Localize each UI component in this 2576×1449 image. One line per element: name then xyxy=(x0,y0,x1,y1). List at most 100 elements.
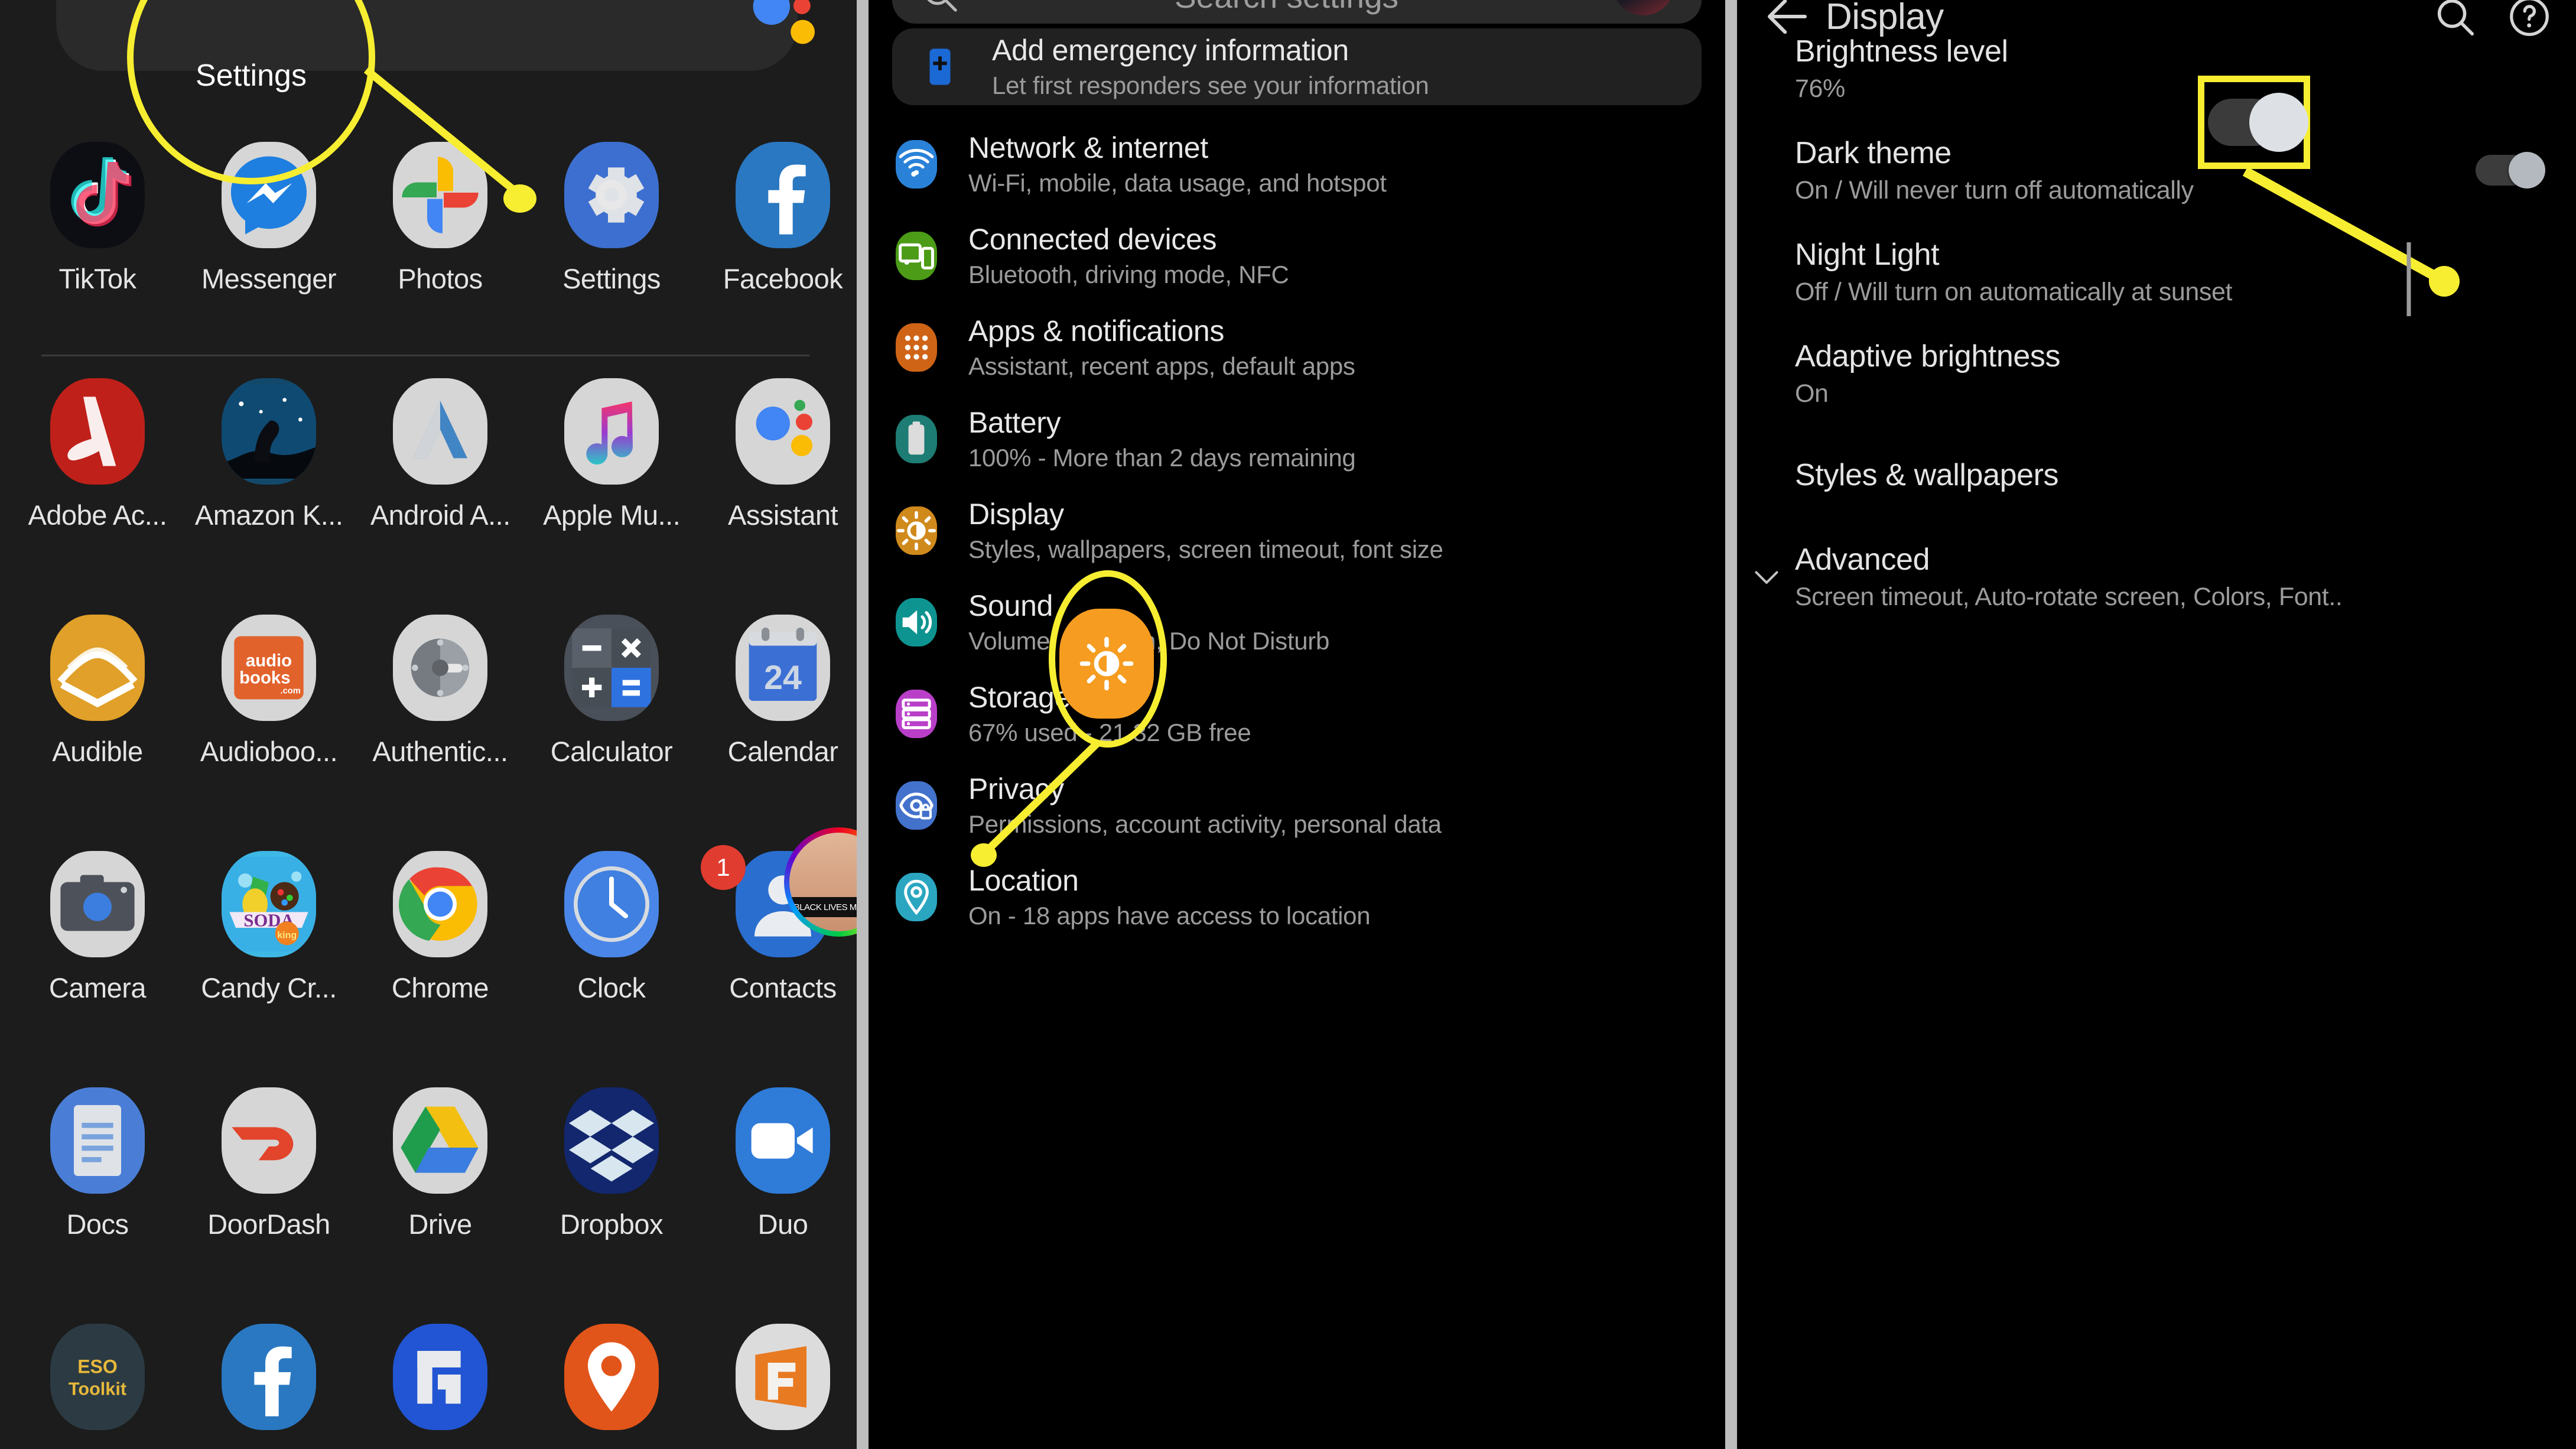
adobe-acrobat-icon[interactable] xyxy=(50,378,145,485)
magnified-dark-theme-toggle[interactable] xyxy=(2208,84,2329,161)
clock-icon[interactable] xyxy=(564,851,659,957)
app-item[interactable]: ESO Toolkit xyxy=(24,1324,171,1449)
app-item[interactable]: Duo xyxy=(709,1087,857,1324)
app-item[interactable]: TikTok xyxy=(24,142,171,378)
chevron-down-icon[interactable] xyxy=(1749,559,1784,594)
svg-text:24: 24 xyxy=(764,659,802,697)
settings-item-text: Display Styles, wallpapers, screen timeou… xyxy=(968,498,1443,564)
app-row: TikTok Messenger Photos Settings Facebook xyxy=(0,142,857,378)
camera-icon[interactable] xyxy=(50,851,145,957)
app-item[interactable] xyxy=(709,1324,857,1449)
app-item[interactable]: Amazon K... xyxy=(195,378,343,615)
eso-toolkit-icon[interactable]: ESO Toolkit xyxy=(50,1324,145,1430)
audible-icon[interactable] xyxy=(50,615,145,721)
settings-item-subtitle: Permissions, account activity, personal … xyxy=(968,810,1442,838)
display-list-item[interactable]: Advanced Screen timeout, Auto-rotate scre… xyxy=(1737,526,2576,628)
app-label: Settings xyxy=(562,263,661,294)
app-label: Dropbox xyxy=(560,1208,663,1240)
facebook-icon[interactable] xyxy=(736,142,830,248)
app-label: DoorDash xyxy=(207,1208,330,1240)
app-item[interactable]: Docs xyxy=(24,1087,171,1324)
app-item[interactable] xyxy=(366,1324,514,1449)
settings-item-subtitle: Wi-Fi, mobile, data usage, and hotspot xyxy=(968,168,1387,197)
settings-search-bar[interactable]: Search settings xyxy=(892,0,1702,24)
app-item[interactable]: Assistant xyxy=(709,378,857,615)
amazon-kindle-icon[interactable] xyxy=(222,378,317,485)
app-item[interactable]: Android A... xyxy=(366,378,514,615)
app-item[interactable]: Settings xyxy=(538,142,685,378)
android-auto-icon[interactable] xyxy=(393,378,488,485)
app-label: Docs xyxy=(66,1208,129,1240)
app-item[interactable]: Photos xyxy=(366,142,514,378)
chrome-icon[interactable] xyxy=(393,851,487,957)
settings-list-item[interactable]: SoundVolume, vibration, Do Not Disturb xyxy=(869,576,1725,668)
app-item[interactable]: SODA king Candy Cr... xyxy=(195,851,343,1087)
settings-list-item[interactable]: Privacy Permissions, account activity, pe… xyxy=(869,759,1725,851)
settings-list-item[interactable]: Connected devices Bluetooth, driving mode… xyxy=(869,210,1725,301)
google-photos-icon[interactable] xyxy=(393,142,487,248)
app-item[interactable]: Audible xyxy=(24,615,171,851)
tiktok-icon[interactable] xyxy=(50,142,145,248)
settings-list-item[interactable]: Location On - 18 apps have access to loca… xyxy=(869,851,1725,943)
app-label: Assistant xyxy=(727,499,838,531)
dark-theme-toggle[interactable] xyxy=(2476,152,2545,189)
candy-crush-soda-icon[interactable]: SODA king xyxy=(222,851,316,957)
app-item[interactable]: Camera xyxy=(24,851,171,1087)
settings-item-subtitle: 100% - More than 2 days remaining xyxy=(968,443,1356,472)
settings-list-panel: Search settings Add emergency informatio… xyxy=(869,0,1725,1449)
avatar[interactable] xyxy=(1612,0,1674,15)
settings-list-item[interactable]: Battery 100% - More than 2 days remaining xyxy=(869,393,1725,485)
settings-list-item[interactable]: Apps & notifications Assistant, recent ap… xyxy=(869,301,1725,393)
calculator-icon[interactable] xyxy=(564,615,659,721)
maps-pin-icon[interactable] xyxy=(564,1324,659,1430)
app-item[interactable]: Dropbox xyxy=(538,1087,685,1324)
emergency-info-card[interactable]: Add emergency information Let first resp… xyxy=(892,28,1702,105)
toggle-knob xyxy=(2509,152,2545,189)
brightness-icon xyxy=(1079,636,1134,691)
app-item[interactable]: DoorDash xyxy=(195,1087,343,1324)
dropbox-icon[interactable] xyxy=(564,1087,659,1194)
app-item[interactable]: Authentic... xyxy=(366,615,514,851)
display-list-item[interactable]: Night Light Off / Will turn on automatica… xyxy=(1737,221,2576,323)
display-item-title: Adaptive brightness xyxy=(1795,339,2061,373)
settings-item-title: Location xyxy=(968,863,1079,897)
audiobooks-icon[interactable]: audio books .com xyxy=(222,615,316,721)
app-drawer-panel: TikTok Messenger Photos Settings Facebook Ado… xyxy=(0,0,857,1449)
google-docs-icon[interactable] xyxy=(50,1087,145,1194)
display-list-item[interactable]: Styles & wallpapers xyxy=(1737,424,2576,526)
doordash-icon[interactable] xyxy=(222,1087,316,1194)
settings-item-text: Apps & notifications Assistant, recent ap… xyxy=(968,314,1355,381)
display-list-item[interactable]: Brightness level 76% xyxy=(1737,18,2576,119)
fandango-icon[interactable] xyxy=(736,1324,830,1430)
settings-item-text: Battery 100% - More than 2 days remaining xyxy=(968,406,1356,472)
app-item[interactable]: Clock xyxy=(538,851,685,1087)
google-drive-icon[interactable] xyxy=(393,1087,487,1194)
google-fi-icon[interactable] xyxy=(393,1324,487,1430)
app-item[interactable]: Drive xyxy=(366,1087,514,1324)
app-item[interactable]: audio books .com Audioboo... xyxy=(195,615,343,851)
facebook-icon[interactable] xyxy=(222,1324,316,1430)
settings-list-item[interactable]: Storage 67% used - 21.32 GB free xyxy=(869,668,1725,759)
settings-list-item[interactable]: Display Styles, wallpapers, screen timeou… xyxy=(869,485,1725,576)
app-label: Photos xyxy=(398,263,483,294)
calendar-24-icon[interactable]: 24 xyxy=(736,615,830,721)
google-duo-icon[interactable] xyxy=(736,1087,830,1194)
app-item[interactable]: 24 Calendar xyxy=(709,615,857,851)
settings-list-item[interactable]: Network & internet Wi-Fi, mobile, data us… xyxy=(869,118,1725,210)
app-item[interactable]: Facebook xyxy=(709,142,857,378)
app-item[interactable] xyxy=(538,1324,685,1449)
app-item[interactable]: 1 BLACK LIVES MATTER Contacts xyxy=(701,833,857,1087)
app-item[interactable]: Chrome xyxy=(366,851,514,1087)
app-item[interactable] xyxy=(195,1324,343,1449)
display-list-item[interactable]: Adaptive brightness On xyxy=(1737,323,2576,424)
app-item[interactable]: Adobe Ac... xyxy=(24,378,171,615)
authenticator-icon[interactable] xyxy=(393,615,487,721)
google-assistant-icon[interactable] xyxy=(747,0,818,53)
google-assistant-icon[interactable] xyxy=(736,378,831,485)
settings-gear-icon[interactable] xyxy=(564,142,659,248)
app-label: Messenger xyxy=(201,263,337,294)
app-item[interactable]: Calculator xyxy=(538,615,685,851)
apple-music-icon[interactable] xyxy=(564,378,659,485)
display-list-item[interactable]: Dark theme On / Will never turn off autom… xyxy=(1737,119,2576,221)
app-item[interactable]: Apple Mu... xyxy=(538,378,685,615)
